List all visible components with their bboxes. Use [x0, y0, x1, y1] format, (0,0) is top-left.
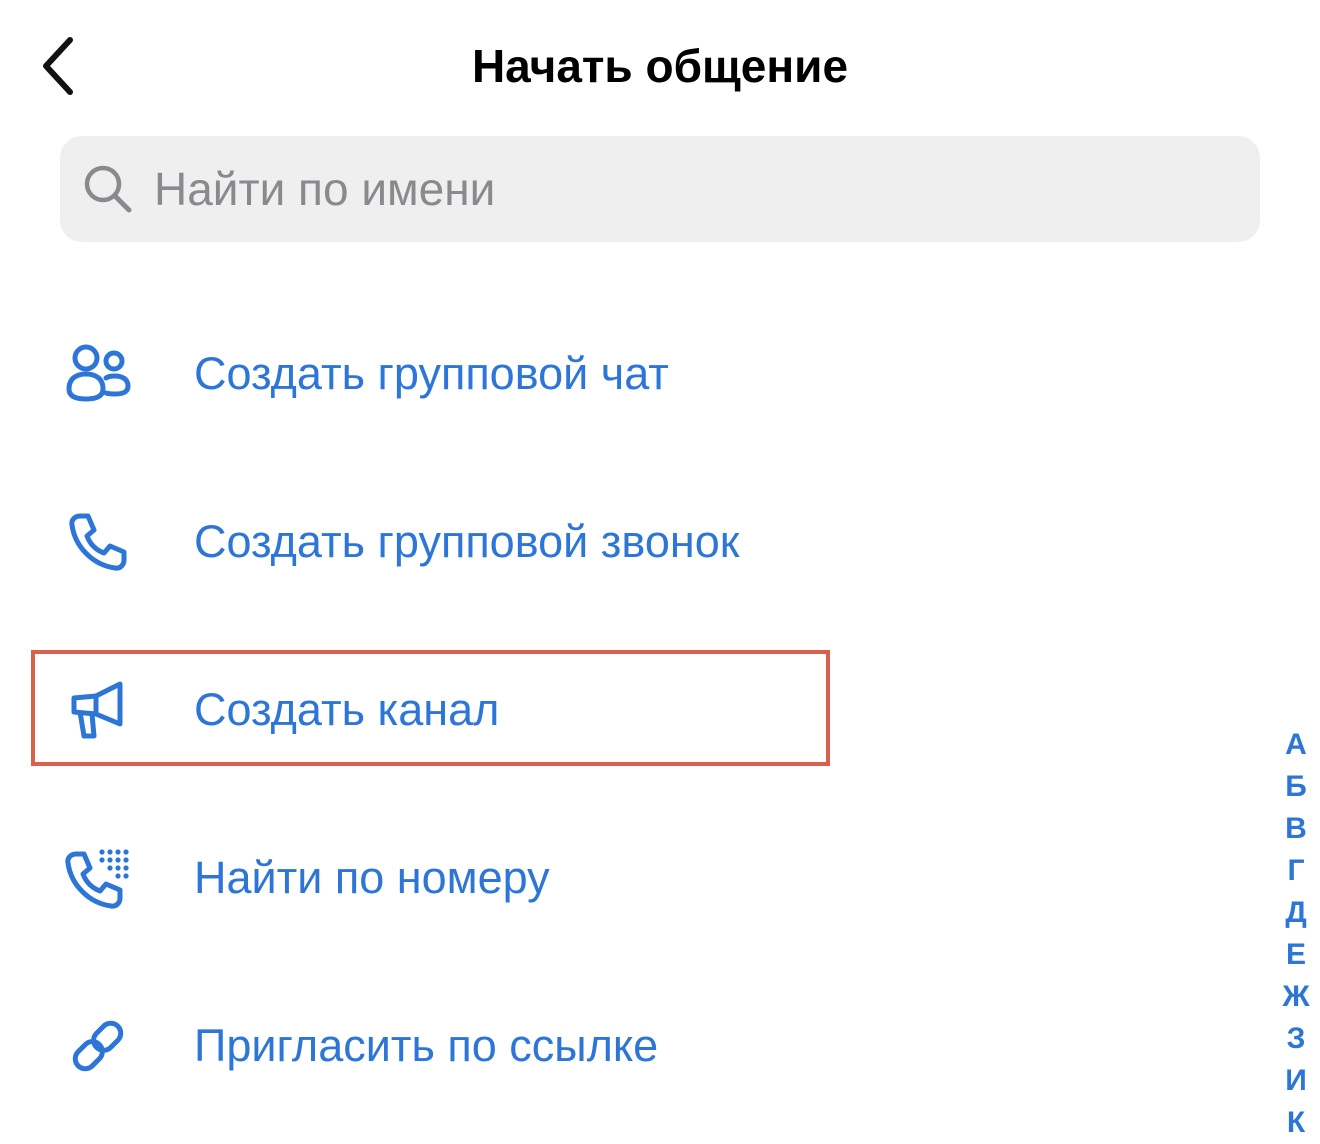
search-bar[interactable]: [60, 136, 1260, 242]
index-letter[interactable]: В: [1285, 808, 1307, 850]
group-icon: [60, 336, 136, 412]
megaphone-icon: [60, 672, 136, 748]
header: Начать общение: [0, 0, 1320, 130]
create-group-call-label: Создать групповой звонок: [194, 516, 740, 567]
create-group-chat-button[interactable]: Создать групповой чат: [60, 314, 669, 434]
create-group-chat-label: Создать групповой чат: [194, 348, 669, 399]
index-letter[interactable]: А: [1285, 724, 1307, 766]
create-channel-button[interactable]: Создать канал: [60, 650, 499, 770]
find-by-number-button[interactable]: Найти по номеру: [60, 818, 550, 938]
index-letter[interactable]: Д: [1285, 892, 1306, 934]
index-letter[interactable]: Е: [1286, 934, 1306, 976]
index-letter[interactable]: И: [1285, 1060, 1307, 1102]
search-input[interactable]: [154, 154, 1154, 224]
invite-by-link-label: Пригласить по ссылке: [194, 1020, 659, 1071]
find-by-number-label: Найти по номеру: [194, 852, 550, 903]
index-letter[interactable]: З: [1287, 1018, 1306, 1060]
alphabet-index[interactable]: А Б В Г Д Е Ж З И К: [1276, 724, 1316, 1144]
create-channel-label: Создать канал: [194, 684, 500, 735]
phone-icon: [60, 504, 136, 580]
dialpad-phone-icon: [60, 840, 136, 916]
link-icon: [60, 1008, 136, 1084]
index-letter[interactable]: Б: [1285, 766, 1307, 808]
page-title: Начать общение: [471, 40, 849, 92]
index-letter[interactable]: К: [1287, 1102, 1305, 1144]
create-group-call-button[interactable]: Создать групповой звонок: [60, 482, 739, 602]
search-icon: [82, 163, 134, 215]
invite-by-link-button[interactable]: Пригласить по ссылке: [60, 986, 658, 1106]
index-letter[interactable]: Г: [1287, 850, 1304, 892]
index-letter[interactable]: Ж: [1282, 976, 1309, 1018]
